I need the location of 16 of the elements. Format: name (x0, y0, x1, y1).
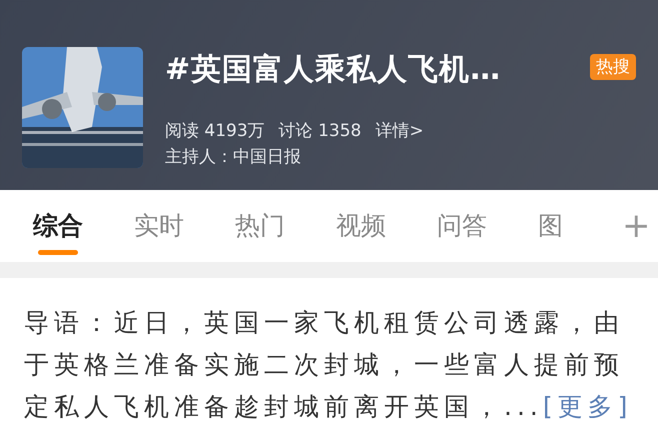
active-tab-indicator (38, 250, 78, 255)
tab[interactable]: 问答 (416, 190, 517, 262)
topic-title: #英国富人乘私人飞机… (165, 51, 502, 89)
stat-text: 讨论 1358 (278, 120, 362, 142)
add-tab-button[interactable]: + (618, 206, 654, 246)
intro-paragraph: 导语：近日，英国一家飞机租赁公司透露，由于英格兰准备实施二次封城，一些富人提前预定私人飞机准备趁封城前离开英国，...[更多] (23, 307, 634, 423)
details-link[interactable]: 详情> (375, 120, 424, 142)
more-link[interactable]: [更多] (542, 392, 632, 421)
hot-search-badge: 热搜 (590, 54, 636, 80)
tab[interactable]: 图 (517, 190, 618, 262)
tab[interactable]: 热门 (214, 190, 315, 262)
host-text: 主持人：中国日报 (165, 146, 302, 168)
tab[interactable]: 综合 (12, 190, 113, 262)
tab[interactable]: 实时 (113, 190, 214, 262)
tab[interactable]: 视频 (315, 190, 416, 262)
stat-text: 阅读 4193万 (165, 120, 265, 142)
